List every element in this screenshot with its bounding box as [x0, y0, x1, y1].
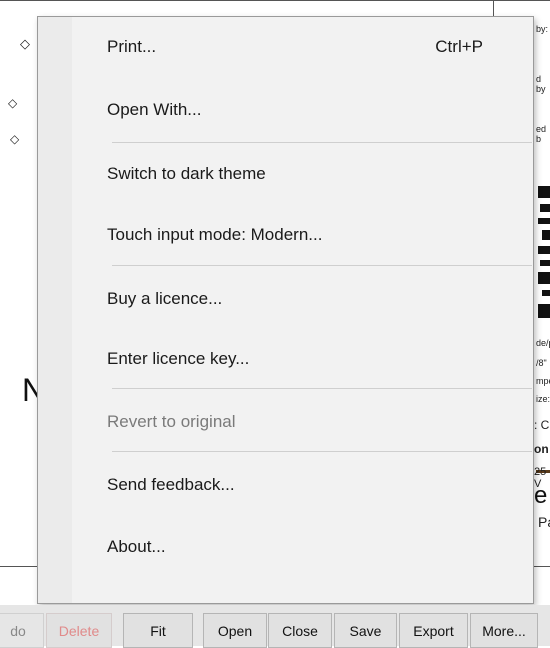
menu-item-dark-theme[interactable]: Switch to dark theme [72, 152, 533, 196]
menu-item-enter-licence-key[interactable]: Enter licence key... [72, 337, 533, 381]
export-button[interactable]: Export [399, 613, 468, 648]
menu-item-revert-to-original: Revert to original [72, 400, 533, 444]
drawing-symbol: ◇ [20, 36, 30, 51]
doc-text: on [534, 442, 549, 456]
menu-item-label: Print... [107, 37, 157, 56]
menu-item-label: Open With... [107, 100, 202, 119]
menu-gutter [38, 17, 72, 603]
drawing-symbol: ◇ [10, 132, 20, 146]
menu-item-about[interactable]: About... [72, 525, 533, 569]
menu-separator [112, 142, 532, 143]
drawing-symbol: ◇ [8, 96, 18, 110]
doc-text: by: [536, 24, 549, 34]
menu-item-open-with[interactable]: Open With... [72, 88, 533, 132]
close-button[interactable]: Close [268, 613, 332, 648]
doc-text: /8" [536, 358, 547, 368]
doc-text: : C [534, 418, 550, 432]
menu-separator [112, 265, 532, 266]
doc-text: mpe [536, 376, 550, 386]
menu-item-buy-licence[interactable]: Buy a licence... [72, 277, 533, 321]
fit-button[interactable]: Fit [123, 613, 193, 648]
menu-item-label: Touch input mode: Modern... [107, 225, 323, 244]
context-menu: Print... Ctrl+P Open With... Switch to d… [37, 16, 534, 604]
border-line [0, 0, 550, 1]
save-button[interactable]: Save [334, 613, 397, 648]
open-button[interactable]: Open [203, 613, 267, 648]
doc-text: d by [536, 74, 546, 94]
doc-text: Pa [538, 514, 550, 530]
doc-text: ed b [536, 124, 547, 144]
menu-item-send-feedback[interactable]: Send feedback... [72, 463, 533, 507]
more-button[interactable]: More... [470, 613, 538, 648]
border-line [493, 0, 494, 16]
menu-item-label: Buy a licence... [107, 289, 223, 308]
menu-item-label: Revert to original [107, 412, 236, 431]
doc-text: e [534, 482, 548, 509]
undo-button[interactable]: do [0, 613, 44, 648]
doc-text: ize: [536, 394, 550, 404]
menu-item-label: Enter licence key... [107, 349, 250, 368]
bottom-toolbar: do Delete Fit Open Close Save Export Mor… [0, 605, 550, 648]
menu-item-shortcut: Ctrl+P [435, 37, 483, 56]
menu-separator [112, 388, 532, 389]
menu-item-label: Send feedback... [107, 475, 235, 494]
qr-code [536, 186, 550, 326]
doc-text: de/p [536, 338, 550, 348]
delete-button[interactable]: Delete [46, 613, 112, 648]
menu-item-print[interactable]: Print... Ctrl+P [72, 25, 533, 69]
menu-item-touch-input-mode[interactable]: Touch input mode: Modern... [72, 213, 533, 257]
menu-item-label: About... [107, 537, 166, 556]
menu-item-label: Switch to dark theme [107, 164, 266, 183]
menu-separator [112, 451, 532, 452]
